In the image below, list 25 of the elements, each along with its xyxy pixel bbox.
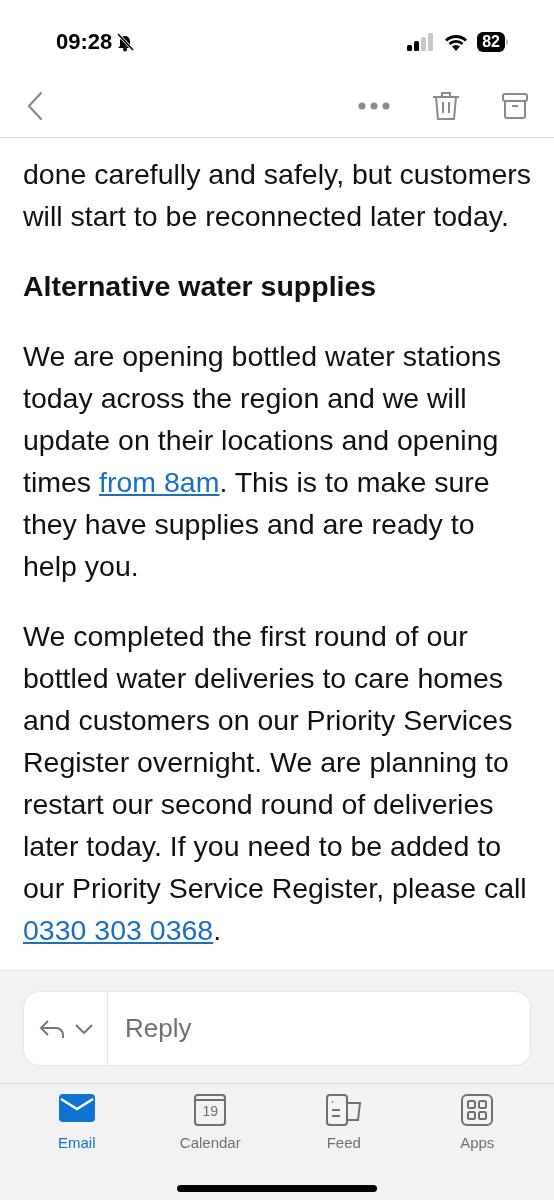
tab-button[interactable]: Email [21, 1094, 132, 1154]
wifi-icon [444, 32, 469, 51]
email-link[interactable]: from 8am [99, 466, 220, 498]
chevron-down-icon [74, 1023, 93, 1034]
phone-cup-icon [325, 1094, 362, 1126]
archive-icon[interactable] [502, 93, 528, 119]
email-link[interactable]: 0330 303 0368 [23, 914, 214, 946]
clock-time: 09:28 [56, 28, 113, 56]
tab-button[interactable]: Feed [288, 1094, 399, 1154]
email-paragraph: We are opening bottled water stations today across the region and we will update on their locations and opening times from 8am. This is to make sure they have supplies and are ready to help you. [23, 339, 502, 584]
calendar-icon: 19 [194, 1094, 227, 1126]
envelope-icon [58, 1094, 95, 1122]
signal-icon [407, 32, 436, 51]
tab-button[interactable]: 19 Calendar [155, 1094, 266, 1154]
reply-arrow-icon [38, 1018, 65, 1039]
reply-options-button[interactable] [23, 991, 108, 1066]
reply-field[interactable]: Reply [108, 991, 531, 1066]
apps-grid-icon [461, 1094, 494, 1126]
email-paragraph: done carefully and safely, but customers will start to be reconnected later today. [23, 157, 531, 234]
section-heading: Alternative water supplies [23, 269, 378, 304]
more-icon[interactable] [358, 102, 390, 110]
battery-indicator: 82 [477, 31, 508, 52]
trash-icon[interactable] [432, 91, 460, 121]
email-paragraph: We completed the first round of our bottled water deliveries to care homes and customers on our Priority Services Register overnight. We are planning to restart our second round of deliveries later today. If you need to be added to our Priority Service Register, please call 0330 303 0368. [23, 619, 528, 948]
tab-button[interactable]: Apps [422, 1094, 533, 1154]
